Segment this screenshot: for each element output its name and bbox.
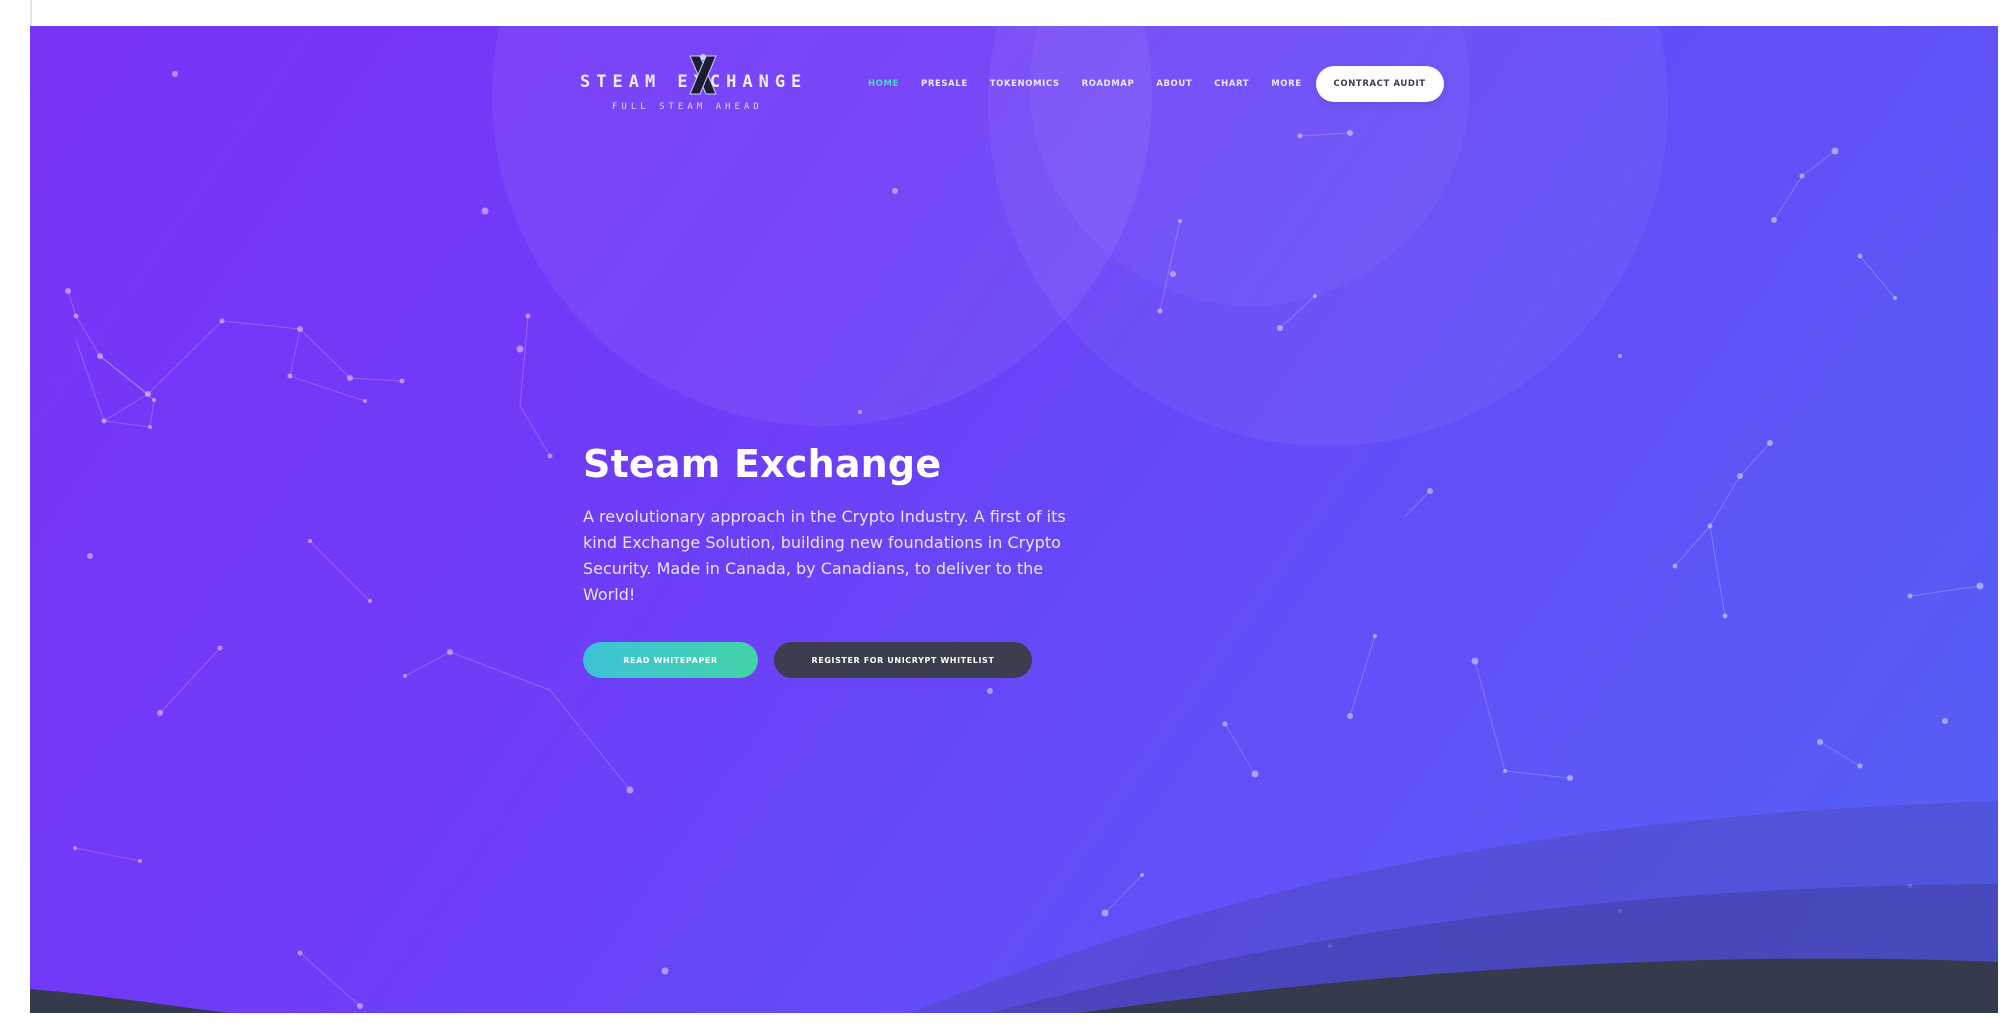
contract-audit-button[interactable]: CONTRACT AUDIT	[1315, 66, 1444, 102]
nav-item-tokenomics[interactable]: TOKENOMICS	[990, 79, 1060, 89]
hero-description: A revolutionary approach in the Crypto I…	[583, 507, 1066, 604]
brand-tagline: FULL STEAM AHEAD	[612, 102, 763, 112]
unicrypt-whitelist-button[interactable]: REGISTER FOR UNICRYPT WHITELIST	[774, 642, 1032, 678]
window-right-border	[1998, 0, 2011, 1029]
window-left-border	[0, 0, 32, 1029]
main-nav: HOME PRESALE TOKENOMICS ROADMAP ABOUT CH…	[868, 66, 1444, 102]
hero-title: Steam Exchange	[583, 442, 942, 486]
brand-logo[interactable]: STEAM EXCHANGE FULL STEAM AHEAD	[580, 52, 820, 132]
nav-item-roadmap[interactable]: ROADMAP	[1082, 79, 1135, 89]
hero-section: STEAM EXCHANGE FULL STEAM AHEAD HOME PRE…	[30, 26, 1998, 1013]
x-letter-logo-icon	[689, 54, 717, 95]
nav-item-home[interactable]: HOME	[868, 79, 899, 89]
nav-item-chart[interactable]: CHART	[1214, 79, 1249, 89]
window-bottom-border	[0, 1013, 2011, 1029]
read-whitepaper-button[interactable]: READ WHITEPAPER	[583, 642, 758, 678]
nav-item-about[interactable]: ABOUT	[1156, 79, 1192, 89]
nav-item-presale[interactable]: PRESALE	[921, 79, 968, 89]
nav-item-more[interactable]: MORE	[1271, 79, 1301, 89]
window-top-border	[0, 0, 2011, 28]
